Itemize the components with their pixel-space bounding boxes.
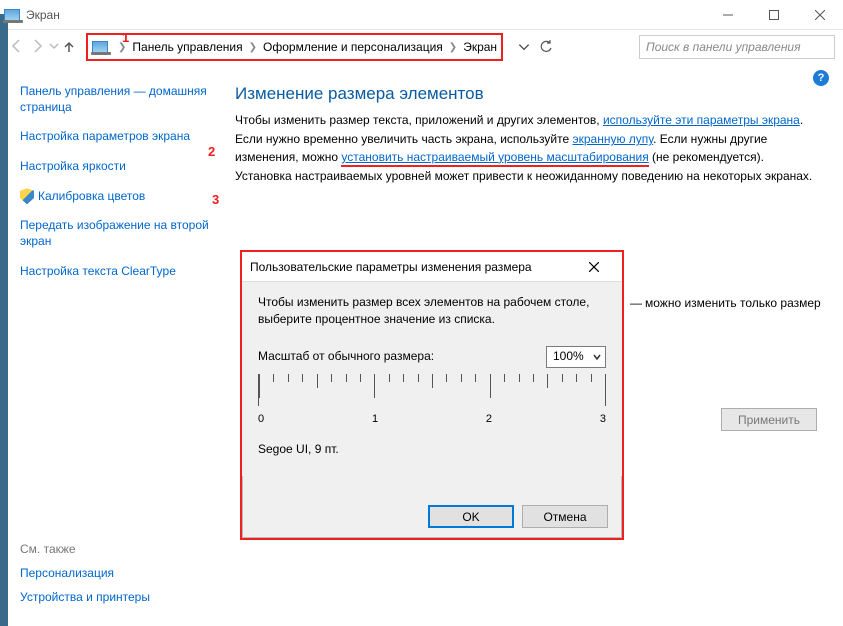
sidebar-item-color-calibration[interactable]: Калибровка цветов	[38, 189, 145, 205]
scale-value: 100%	[553, 348, 584, 365]
annotation-3: 3	[212, 192, 219, 207]
minimize-button[interactable]	[705, 0, 751, 30]
display-settings-link[interactable]: используйте эти параметры экрана	[603, 113, 800, 127]
left-edge-strip	[0, 14, 8, 626]
maximize-button[interactable]	[751, 0, 797, 30]
size-note: —можно изменить только размер	[630, 296, 821, 310]
display-icon	[92, 41, 108, 53]
scale-label: Масштаб от обычного размера:	[258, 348, 546, 365]
display-icon	[4, 9, 20, 21]
sidebar-item-display-settings[interactable]: Настройка параметров экрана	[20, 129, 210, 145]
annotation-2: 2	[208, 144, 215, 159]
breadcrumb-item[interactable]: Оформление и персонализация	[263, 40, 443, 54]
dialog-close-button[interactable]	[574, 253, 614, 281]
apply-button[interactable]: Применить	[721, 408, 817, 431]
refresh-button[interactable]	[535, 35, 557, 59]
sidebar-home[interactable]: Панель управления — домашняя страница	[20, 84, 210, 115]
custom-sizing-dialog: Пользовательские параметры изменения раз…	[240, 250, 624, 540]
ruler-labels: 0 1 2 3	[258, 412, 606, 427]
ok-button[interactable]: OK	[428, 505, 514, 528]
dialog-body: Чтобы изменить размер всех элементов на …	[242, 282, 622, 476]
content: Изменение размера элементов Чтобы измени…	[235, 84, 823, 188]
sidebar: Панель управления — домашняя страница На…	[20, 84, 210, 293]
chevron-down-icon	[593, 353, 601, 361]
sidebar-item-project[interactable]: Передать изображение на второй экран	[20, 218, 210, 249]
cancel-button[interactable]: Отмена	[522, 505, 608, 528]
window-title: Экран	[26, 8, 60, 22]
page-title: Изменение размера элементов	[235, 84, 823, 104]
sidebar-item-brightness[interactable]: Настройка яркости	[20, 159, 210, 175]
titlebar: Экран	[0, 0, 843, 30]
magnifier-link[interactable]: экранную лупу	[573, 132, 654, 146]
see-also-devices[interactable]: Устройства и принтеры	[20, 590, 210, 604]
breadcrumb-item[interactable]: Панель управления	[132, 40, 242, 54]
nav-arrows	[8, 37, 76, 58]
close-button[interactable]	[797, 0, 843, 30]
see-also-header: См. также	[20, 542, 210, 556]
up-button[interactable]	[62, 39, 76, 56]
content-paragraph-1: Чтобы изменить размер текста, приложений…	[235, 112, 823, 129]
apply-row: Применить	[721, 408, 817, 431]
ruler[interactable]	[258, 374, 606, 406]
scale-select[interactable]: 100%	[546, 346, 606, 368]
breadcrumb-item[interactable]: Экран	[463, 40, 497, 54]
history-dropdown[interactable]	[48, 40, 60, 55]
scale-row: Масштаб от обычного размера: 100%	[258, 346, 606, 368]
address-dropdown[interactable]	[513, 35, 535, 59]
dialog-buttons: OK Отмена	[428, 505, 608, 528]
dialog-instruction: Чтобы изменить размер всех элементов на …	[258, 294, 606, 328]
back-button[interactable]	[8, 37, 26, 58]
dialog-titlebar: Пользовательские параметры изменения раз…	[242, 252, 622, 282]
annotation-1: 1	[122, 30, 129, 45]
search-placeholder: Поиск в панели управления	[646, 40, 801, 54]
forward-button[interactable]	[28, 37, 46, 58]
custom-scaling-link[interactable]: установить настраиваемый уровень масштаб…	[341, 150, 648, 167]
breadcrumb: ❯ Панель управления ❯ Оформление и персо…	[86, 33, 503, 61]
font-sample: Segoe UI, 9 пт.	[258, 441, 606, 458]
see-also-personalization[interactable]: Персонализация	[20, 566, 210, 580]
search-input[interactable]: Поиск в панели управления	[639, 35, 835, 59]
shield-icon	[20, 188, 34, 204]
content-paragraph-2: Если нужно временно увеличить часть экра…	[235, 131, 823, 166]
see-also: См. также Персонализация Устройства и пр…	[20, 542, 210, 614]
window-controls	[705, 0, 843, 30]
chevron-right-icon[interactable]: ❯	[443, 42, 463, 53]
chevron-right-icon[interactable]: ❯	[243, 42, 263, 53]
dialog-title: Пользовательские параметры изменения раз…	[250, 260, 532, 274]
sidebar-item-cleartype[interactable]: Настройка текста ClearType	[20, 264, 210, 280]
address-tail	[513, 35, 557, 59]
main-area: ? Панель управления — домашняя страница …	[10, 64, 843, 626]
content-paragraph-3: Установка настраиваемых уровней может пр…	[235, 168, 823, 185]
